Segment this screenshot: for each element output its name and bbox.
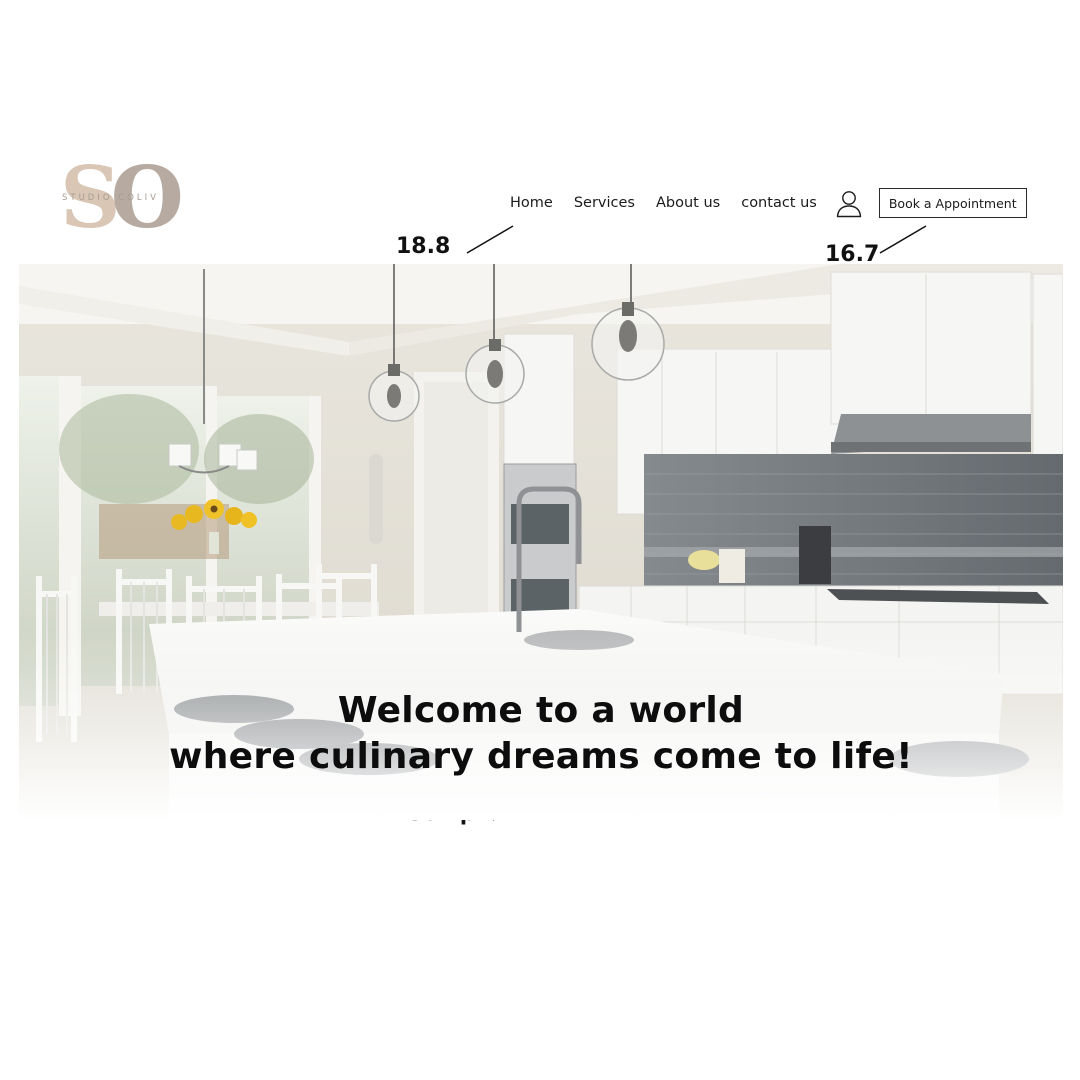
main-nav: Home Services About us contact us Book a…: [510, 188, 1027, 218]
user-icon[interactable]: [834, 188, 864, 218]
nav-contact-link[interactable]: contact us: [741, 195, 817, 211]
book-appointment-button[interactable]: Book a Appointment: [878, 188, 1027, 218]
page: SO STUDIO COLIV Home Services About us c…: [0, 0, 1080, 1080]
logo[interactable]: SO STUDIO COLIV: [60, 156, 184, 240]
nav-about-link[interactable]: About us: [656, 195, 720, 211]
hero-section: Welcome to a world where culinary dreams…: [19, 264, 1063, 820]
nav-services-link[interactable]: Services: [574, 195, 635, 211]
logo-subtitle: STUDIO COLIV: [62, 193, 159, 203]
nav-home-link[interactable]: Home: [510, 195, 553, 211]
hero-headline-line-1: Welcome to a world: [337, 690, 745, 731]
hero-headline: Welcome to a world where culinary dreams…: [19, 688, 1063, 780]
annotation-line-nav: [466, 225, 514, 254]
annotation-line-button: [879, 225, 927, 254]
annotation-nav-font-size: 18.8: [396, 234, 451, 259]
hero-headline-line-2: where culinary dreams come to life!: [169, 736, 913, 777]
